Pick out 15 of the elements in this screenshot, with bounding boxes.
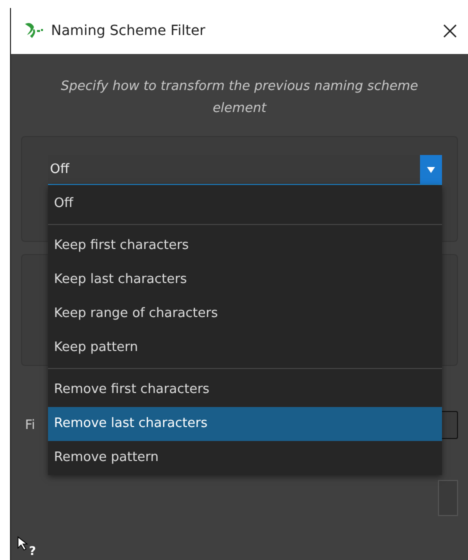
dropdown-option[interactable]: Keep last characters [48, 263, 442, 297]
dropdown-option[interactable]: Keep range of characters [48, 297, 442, 331]
field-label: Fi [24, 418, 36, 432]
dropdown-option[interactable]: Remove pattern [48, 441, 442, 475]
dropdown-option[interactable]: Keep first characters [48, 229, 442, 263]
window-title: Naming Scheme Filter [51, 23, 206, 39]
description-text: Specify how to transform the previous naming scheme element [60, 78, 420, 118]
filter-dropdown[interactable]: Off [48, 155, 442, 185]
input-field[interactable] [438, 480, 458, 516]
dropdown-option[interactable]: Keep pattern [48, 331, 442, 365]
dropdown-option[interactable]: Remove last characters [48, 407, 442, 441]
close-icon [442, 23, 458, 39]
dropdown-option[interactable]: Remove first characters [48, 373, 442, 407]
dropdown-option[interactable]: Off [48, 187, 442, 221]
help-mark: ? [29, 544, 36, 558]
